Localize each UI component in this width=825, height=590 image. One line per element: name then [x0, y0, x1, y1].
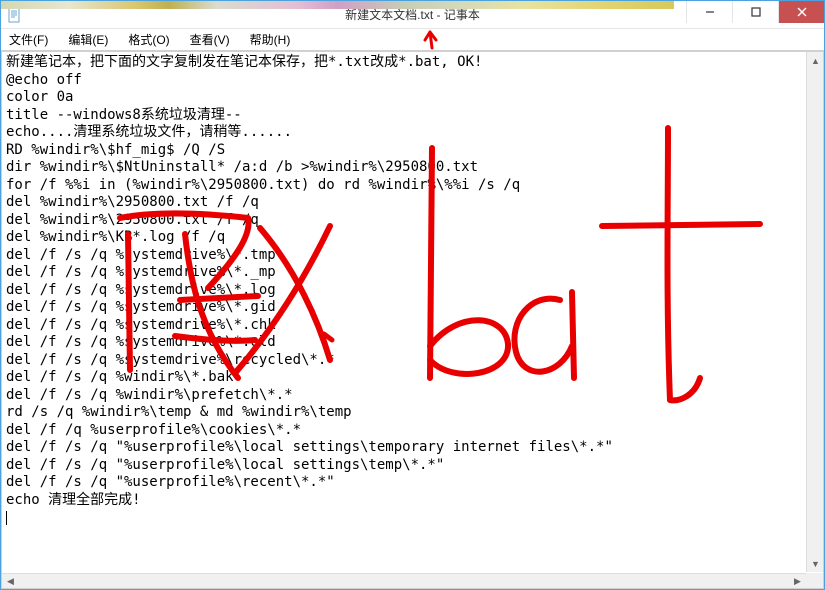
menu-help[interactable]: 帮助(H)	[246, 29, 295, 50]
scroll-up-icon[interactable]: ▲	[807, 52, 824, 69]
decorative-top-strip	[1, 1, 674, 9]
scroll-right-icon[interactable]: ▶	[789, 574, 806, 589]
close-button[interactable]	[778, 1, 824, 23]
window-controls	[686, 1, 824, 23]
scroll-left-icon[interactable]: ◀	[2, 574, 19, 589]
menu-edit[interactable]: 编辑(E)	[64, 29, 112, 50]
vertical-scrollbar[interactable]: ▲ ▼	[806, 52, 823, 572]
scroll-down-icon[interactable]: ▼	[807, 555, 824, 572]
menubar: 文件(F) 编辑(E) 格式(O) 查看(V) 帮助(H)	[1, 29, 824, 51]
menu-file[interactable]: 文件(F)	[5, 29, 52, 50]
editor-text: 新建笔记本，把下面的文字复制发在笔记本保存，把*.txt改成*.bat, OK!…	[6, 54, 613, 508]
menu-format[interactable]: 格式(O)	[124, 29, 173, 50]
minimize-button[interactable]	[686, 1, 732, 23]
editor-area: 新建笔记本，把下面的文字复制发在笔记本保存，把*.txt改成*.bat, OK!…	[1, 51, 824, 589]
text-editor[interactable]: 新建笔记本，把下面的文字复制发在笔记本保存，把*.txt改成*.bat, OK!…	[2, 52, 805, 572]
menu-view[interactable]: 查看(V)	[186, 29, 234, 50]
horizontal-scrollbar[interactable]: ◀ ▶	[2, 573, 806, 588]
text-caret	[6, 511, 7, 525]
scrollbar-corner	[806, 573, 823, 588]
scroll-v-track[interactable]	[807, 69, 823, 555]
maximize-button[interactable]	[732, 1, 778, 23]
scroll-h-track[interactable]	[19, 574, 789, 588]
notepad-window: 新建文本文档.txt - 记事本 文件(F) 编辑(E) 格式(O) 查看(V)…	[0, 0, 825, 590]
